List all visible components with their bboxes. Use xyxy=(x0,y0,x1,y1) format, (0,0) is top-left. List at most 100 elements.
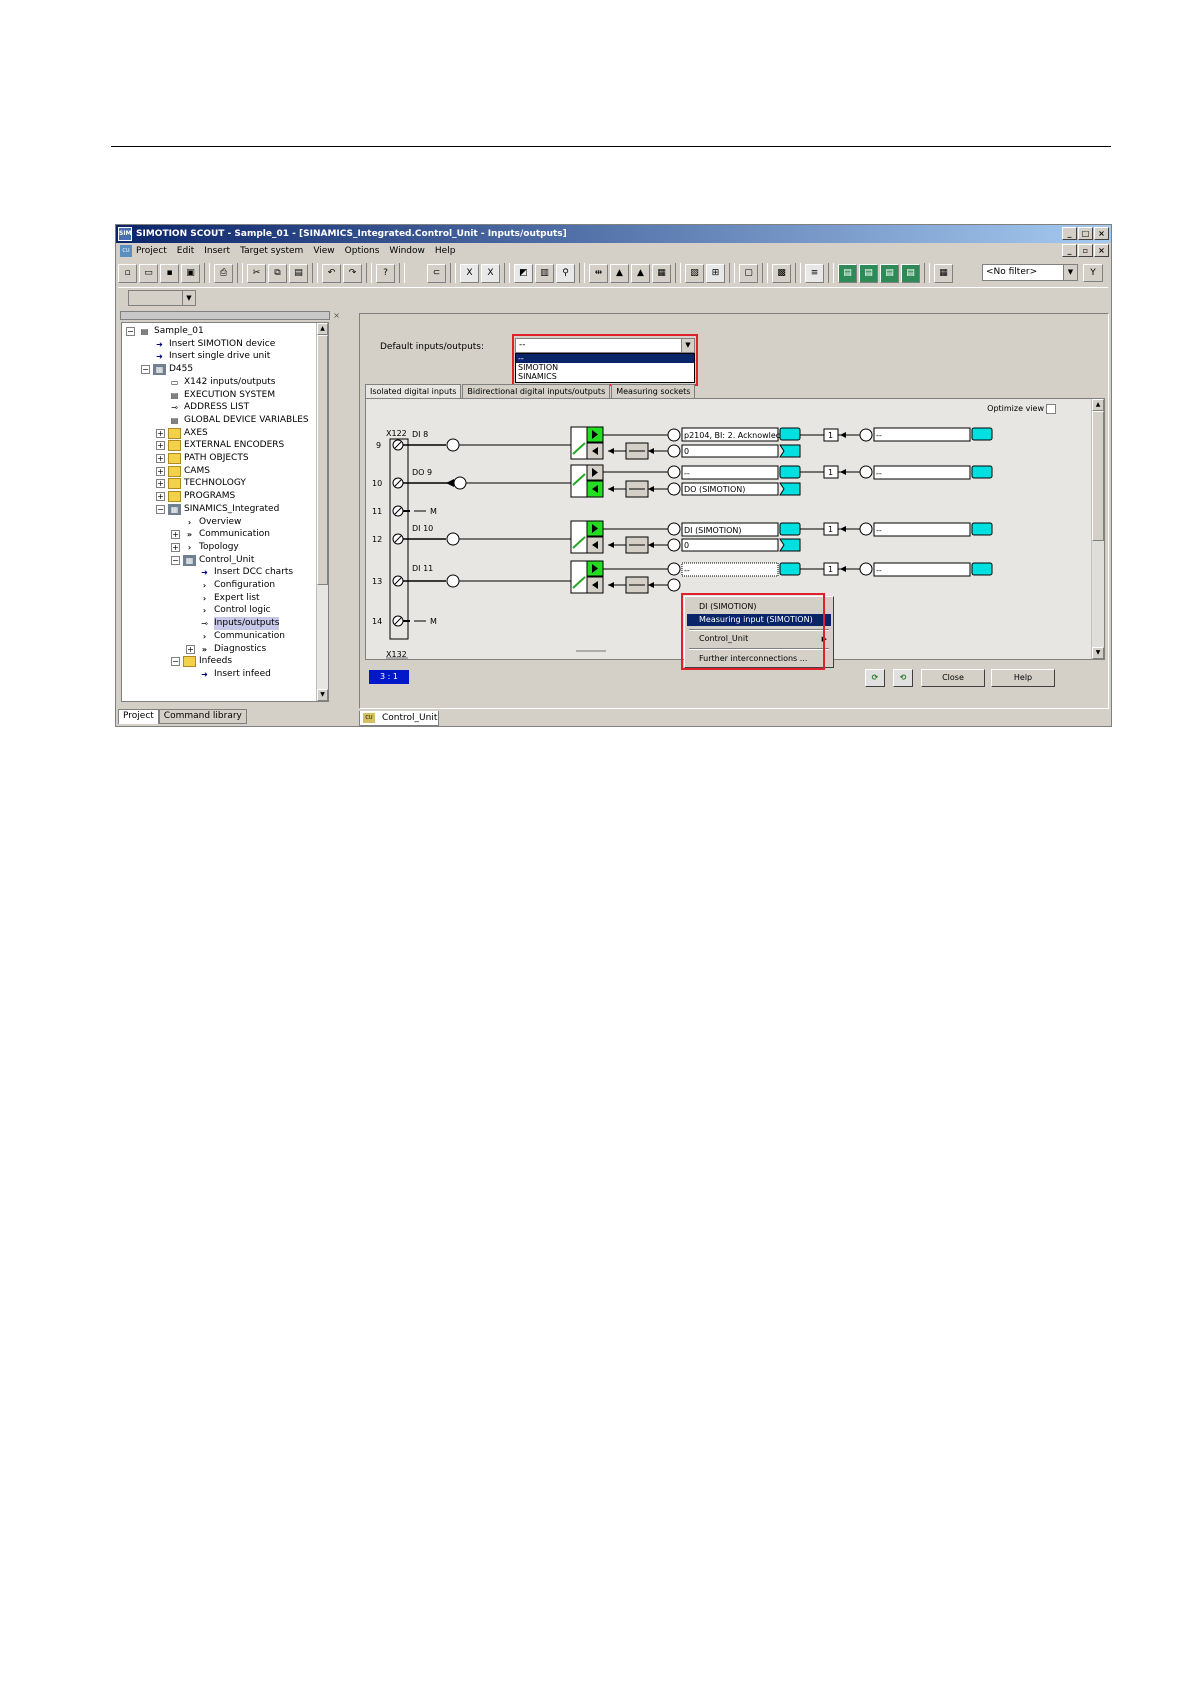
expand-icon[interactable]: + xyxy=(186,644,195,654)
tree-node[interactable]: + PATH OBJECTS xyxy=(156,452,249,465)
object-combo[interactable]: ▼ xyxy=(128,290,196,306)
expand-icon[interactable]: + xyxy=(171,542,180,552)
compare-icon[interactable]: ▲ xyxy=(631,263,650,283)
expand-icon[interactable]: + xyxy=(156,454,165,463)
scroll-thumb[interactable] xyxy=(1092,411,1104,541)
child-close-button[interactable]: × xyxy=(1094,244,1109,257)
tree-node[interactable]: + CAMS xyxy=(156,465,210,478)
node-circle[interactable] xyxy=(667,522,681,536)
refresh-icon[interactable]: ⟳ xyxy=(865,669,885,687)
tree-node[interactable]: ➜ Insert DCC charts xyxy=(186,566,293,579)
tree-node[interactable]: − Infeeds xyxy=(171,655,232,668)
node-circle[interactable] xyxy=(859,562,873,576)
tab-isolated-digital-inputs[interactable]: Isolated digital inputs xyxy=(365,384,462,398)
help-button[interactable]: Help xyxy=(991,669,1055,687)
tree-node[interactable]: + PROGRAMS xyxy=(156,490,235,503)
paste-icon[interactable]: ▤ xyxy=(289,263,308,283)
connector-input-icon[interactable] xyxy=(779,538,801,552)
sync-icon[interactable]: ⟲ xyxy=(893,669,913,687)
window-icon[interactable]: ▢ xyxy=(739,263,758,283)
chevron-down-icon[interactable]: ▼ xyxy=(1063,265,1077,280)
node-circle[interactable] xyxy=(667,465,681,479)
chevron-down-icon[interactable]: ▼ xyxy=(182,291,195,305)
bico-source-field[interactable] xyxy=(681,465,779,480)
tab-project[interactable]: Project xyxy=(118,709,159,724)
lock-icon[interactable]: ⊞ xyxy=(706,263,725,283)
filter-combo[interactable]: <No filter> ▼ xyxy=(982,264,1078,281)
print-icon[interactable]: ⎙ xyxy=(214,263,233,283)
connector-output-icon[interactable] xyxy=(971,465,993,479)
undo-icon[interactable]: ↶ xyxy=(322,263,341,283)
document-tab-control-unit[interactable]: CU Control_Unit xyxy=(359,711,439,726)
chart3-icon[interactable]: ▤ xyxy=(880,263,899,283)
node-circle[interactable] xyxy=(859,428,873,442)
collapse-icon[interactable]: − xyxy=(171,555,180,565)
trace-icon[interactable]: ▧ xyxy=(685,263,704,283)
tree-node[interactable]: › Communication xyxy=(186,630,285,643)
chart-icon[interactable]: ▤ xyxy=(838,263,857,283)
tree-node[interactable]: › Control logic xyxy=(186,604,271,617)
minimize-button[interactable]: _ xyxy=(1062,227,1077,240)
inversion-field[interactable] xyxy=(873,465,971,480)
display-icon[interactable]: ▩ xyxy=(772,263,791,283)
switch-box[interactable] xyxy=(570,464,588,498)
scroll-up-icon[interactable]: ▲ xyxy=(1092,399,1104,411)
device-icon[interactable]: ▦ xyxy=(652,263,671,283)
tree-node[interactable]: › Configuration xyxy=(186,579,275,592)
tree-node[interactable]: ▭ X142 inputs/outputs xyxy=(156,376,276,389)
tree-node[interactable]: ▤ EXECUTION SYSTEM xyxy=(156,389,275,402)
save-icon[interactable]: ▪ xyxy=(160,263,179,283)
menu-target-system[interactable]: Target system xyxy=(240,246,303,256)
tab-command-library[interactable]: Command library xyxy=(158,709,247,724)
redo-icon[interactable]: ↷ xyxy=(343,263,362,283)
node-circle[interactable] xyxy=(446,574,460,588)
menu-view[interactable]: View xyxy=(313,246,334,256)
tree-node[interactable]: ⊸ ADDRESS LIST xyxy=(156,401,249,414)
list-icon[interactable]: ≡ xyxy=(805,263,824,283)
tree-node[interactable]: + EXTERNAL ENCODERS xyxy=(156,439,284,452)
expand-icon[interactable]: + xyxy=(156,479,165,489)
connector-output-icon[interactable] xyxy=(779,562,801,576)
link-icon[interactable]: ⊂ xyxy=(427,263,446,283)
tree-node[interactable]: ➜ Insert single drive unit xyxy=(141,350,270,363)
menu-insert[interactable]: Insert xyxy=(204,246,230,256)
menu-help[interactable]: Help xyxy=(435,246,456,256)
tab-measuring-sockets[interactable]: Measuring sockets xyxy=(611,384,696,398)
scroll-up-icon[interactable]: ▲ xyxy=(317,323,328,335)
connector-output-icon[interactable] xyxy=(971,427,993,441)
scroll-thumb[interactable] xyxy=(317,335,328,585)
menu-window[interactable]: Window xyxy=(389,246,425,256)
tab-bidirectional-io[interactable]: Bidirectional digital inputs/outputs xyxy=(462,384,611,398)
variable-x-icon[interactable]: X xyxy=(460,263,479,283)
collapse-icon[interactable]: − xyxy=(126,327,135,336)
tree-node[interactable]: › Overview xyxy=(171,516,242,529)
split-icon[interactable]: ⇹ xyxy=(589,263,608,283)
tree-node[interactable]: + » Communication xyxy=(171,528,270,541)
maximize-button[interactable]: □ xyxy=(1078,227,1093,240)
node-circle[interactable] xyxy=(667,444,681,458)
expand-icon[interactable]: + xyxy=(156,466,165,476)
tree-node[interactable]: + » Diagnostics xyxy=(186,643,266,656)
tree-node[interactable]: + TECHNOLOGY xyxy=(156,477,246,490)
menu-project[interactable]: Project xyxy=(136,246,167,256)
tree-node[interactable]: ➜ Insert SIMOTION device xyxy=(141,338,275,351)
collapse-icon[interactable]: − xyxy=(156,504,165,514)
node-circle[interactable] xyxy=(446,438,460,452)
connector-input-icon[interactable] xyxy=(779,444,801,458)
tree-scrollbar[interactable]: ▲ ▼ xyxy=(316,323,328,701)
network-icon[interactable]: ▦ xyxy=(934,263,953,283)
tree-node[interactable]: + › Topology xyxy=(171,541,239,554)
tree-node[interactable]: › Expert list xyxy=(186,592,260,605)
inversion-field[interactable] xyxy=(873,562,971,577)
chart2-icon[interactable]: ▤ xyxy=(859,263,878,283)
tree-node[interactable]: ▤ GLOBAL DEVICE VARIABLES xyxy=(156,414,309,427)
connector-input-icon[interactable] xyxy=(779,482,801,496)
save-compile-icon[interactable]: ▣ xyxy=(181,263,200,283)
tree-node[interactable]: − ▦ SINAMICS_Integrated xyxy=(156,503,279,516)
bico-sink-field[interactable] xyxy=(681,538,779,552)
node-circle[interactable] xyxy=(667,578,681,592)
online-icon[interactable]: ⚲ xyxy=(556,263,575,283)
node-circle[interactable] xyxy=(859,465,873,479)
cu-document-icon[interactable]: CU xyxy=(120,245,132,257)
inversion-field[interactable] xyxy=(873,427,971,442)
